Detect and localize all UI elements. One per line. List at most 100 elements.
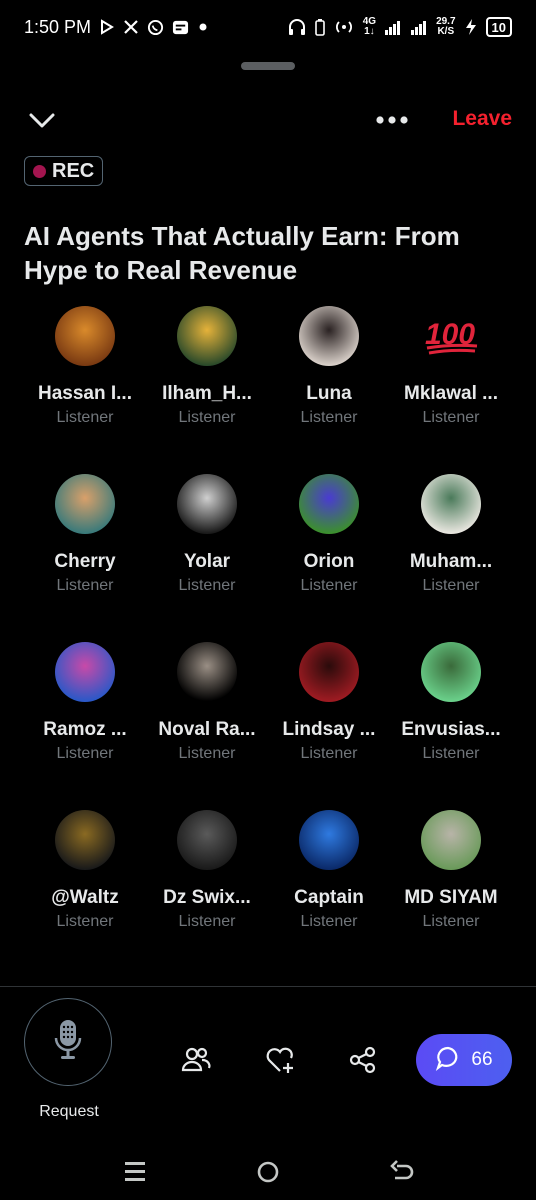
- avatar[interactable]: [55, 810, 115, 870]
- participant-name: Luna: [306, 383, 352, 404]
- recording-dot-icon: [33, 164, 46, 178]
- participant-role: Listener: [422, 913, 480, 930]
- avatar[interactable]: [177, 474, 237, 534]
- participant-role: Listener: [422, 409, 480, 426]
- chat-button[interactable]: 66: [416, 1034, 512, 1086]
- news-app-icon: [172, 19, 189, 36]
- participant-role: Listener: [422, 577, 480, 594]
- participant-name: @Waltz: [51, 887, 119, 908]
- participant-role: Listener: [178, 577, 236, 594]
- participant[interactable]: Envusias... Listener: [390, 642, 512, 810]
- participant[interactable]: Noval Ra... Listener: [146, 642, 268, 810]
- sheet-grabber-handle[interactable]: [241, 62, 295, 70]
- request-label: Request: [39, 1103, 99, 1120]
- participant-name: Dz Swix...: [163, 887, 251, 908]
- participant[interactable]: Hassan I... Listener: [24, 306, 146, 474]
- notification-dot-icon: [197, 21, 209, 33]
- participant-name: Ramoz ...: [43, 719, 127, 740]
- hotspot-icon: [333, 18, 355, 36]
- avatar[interactable]: [177, 642, 237, 702]
- net-speed-unit: K/S: [437, 26, 455, 37]
- avatar[interactable]: [177, 810, 237, 870]
- home-icon[interactable]: [254, 1158, 282, 1186]
- participant[interactable]: Captain Listener: [268, 810, 390, 978]
- recent-apps-icon[interactable]: [122, 1158, 150, 1186]
- participant-role: Listener: [178, 745, 236, 762]
- recording-badge: REC: [24, 156, 104, 186]
- headphones-icon: [287, 18, 307, 36]
- participant[interactable]: Muham... Listener: [390, 474, 512, 642]
- chat-count: 66: [471, 1049, 493, 1070]
- status-bar-left: 1:50 PM: [24, 17, 209, 38]
- whatsapp-icon: [147, 19, 164, 36]
- chat-bubble-icon: [435, 1045, 461, 1076]
- request-to-speak-button[interactable]: [24, 998, 112, 1086]
- avatar[interactable]: [299, 642, 359, 702]
- space-title: AI Agents That Actually Earn: From Hype …: [24, 221, 460, 285]
- participant[interactable]: Luna Listener: [268, 306, 390, 474]
- participant[interactable]: Lindsay ... Listener: [268, 642, 390, 810]
- signal-icon: [384, 19, 402, 35]
- hundred-points-emoji-avatar[interactable]: 100: [421, 306, 481, 366]
- participant-name: Mklawal ...: [404, 383, 498, 404]
- microphone-icon: [51, 1018, 85, 1067]
- avatar[interactable]: [421, 642, 481, 702]
- participants-grid: Hassan I... Listener Ilham_H... Listener Lun…: [24, 306, 512, 978]
- avatar[interactable]: [55, 642, 115, 702]
- participant[interactable]: Ilham_H... Listener: [146, 306, 268, 474]
- participant[interactable]: 100 Mklawal ... Listener: [390, 306, 512, 474]
- participant-name: MD SIYAM: [404, 887, 498, 908]
- participant-name: Envusias...: [401, 719, 501, 740]
- clock: 1:50 PM: [24, 16, 92, 37]
- status-bar: 1:50 PM 4G 1↓ 29.7 K/S 10: [0, 0, 536, 54]
- participant-name: Cherry: [54, 551, 116, 572]
- participant-role: Listener: [422, 745, 480, 762]
- people-icon[interactable]: [180, 1044, 212, 1076]
- x-app-icon: [123, 19, 139, 35]
- avatar[interactable]: [299, 810, 359, 870]
- play-store-icon: [99, 19, 115, 35]
- avatar[interactable]: [55, 474, 115, 534]
- participant-name: Lindsay ...: [282, 719, 376, 740]
- battery-indicator: 10: [485, 17, 512, 37]
- participant-role: Listener: [56, 745, 114, 762]
- participant-name: Orion: [303, 551, 355, 572]
- participant-role: Listener: [300, 745, 358, 762]
- avatar[interactable]: [55, 306, 115, 366]
- avatar[interactable]: [421, 810, 481, 870]
- share-icon[interactable]: [347, 1044, 379, 1076]
- leave-button[interactable]: Leave: [452, 107, 512, 131]
- more-options-icon[interactable]: [372, 108, 412, 132]
- avatar[interactable]: [421, 474, 481, 534]
- avatar[interactable]: [177, 306, 237, 366]
- back-icon[interactable]: [388, 1158, 416, 1186]
- participant-name: Noval Ra...: [158, 719, 256, 740]
- participant-role: Listener: [178, 409, 236, 426]
- participant[interactable]: Yolar Listener: [146, 474, 268, 642]
- participant[interactable]: @Waltz Listener: [24, 810, 146, 978]
- system-nav-bar: [0, 1148, 536, 1192]
- signal-2-icon: [410, 19, 428, 35]
- participant-role: Listener: [56, 577, 114, 594]
- avatar[interactable]: [299, 306, 359, 366]
- heart-plus-icon[interactable]: [264, 1044, 296, 1076]
- participant[interactable]: MD SIYAM Listener: [390, 810, 512, 978]
- recording-label: REC: [52, 159, 95, 182]
- participant-name: Muham...: [409, 551, 493, 572]
- charging-bolt-icon: [464, 18, 478, 36]
- participant-role: Listener: [178, 913, 236, 930]
- footer-divider: [0, 986, 536, 987]
- participant[interactable]: Dz Swix... Listener: [146, 810, 268, 978]
- participant-role: Listener: [300, 913, 358, 930]
- space-top-bar: Leave: [0, 100, 536, 140]
- participant-name: Ilham_H...: [162, 383, 252, 404]
- participant[interactable]: Cherry Listener: [24, 474, 146, 642]
- participant[interactable]: Orion Listener: [268, 474, 390, 642]
- participant-role: Listener: [56, 409, 114, 426]
- avatar[interactable]: [299, 474, 359, 534]
- participant-role: Listener: [300, 409, 358, 426]
- participant[interactable]: Ramoz ... Listener: [24, 642, 146, 810]
- battery-saver-icon: [314, 18, 325, 36]
- net-speed: 29.7 K/S: [436, 17, 455, 37]
- chevron-down-icon[interactable]: [26, 106, 58, 134]
